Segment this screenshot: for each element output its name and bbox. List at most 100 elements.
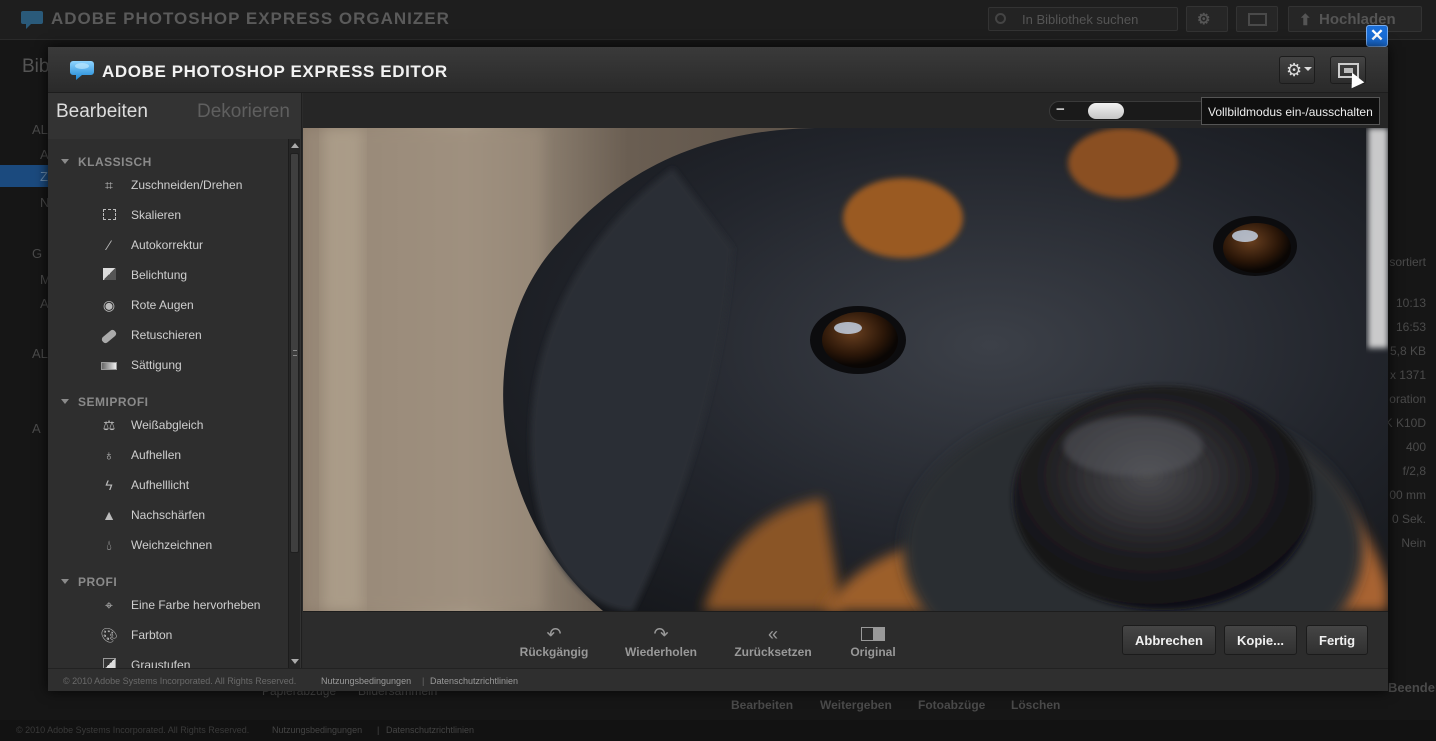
fullscreen-tooltip: Vollbildmodus ein-/ausschalten <box>1201 97 1380 125</box>
organizer-footer-link[interactable]: Nutzungsbedingungen <box>272 725 362 735</box>
tool-label: Belichtung <box>131 268 188 282</box>
tool-belichtung[interactable]: Belichtung <box>98 264 284 288</box>
editor-title: ADOBE PHOTOSHOP EXPRESS EDITOR <box>102 62 448 81</box>
tool-label: Aufhellen <box>131 448 182 462</box>
organizer-meta: sortiert <box>1389 255 1426 269</box>
lightning-icon: ϟ <box>105 477 113 493</box>
tool-label: Sättigung <box>131 358 182 372</box>
organizer-left-fragment: AL <box>32 346 48 361</box>
organizer-meta: 0 Sek. <box>1391 512 1426 526</box>
organizer-meta: 400 <box>1405 440 1426 454</box>
chevron-down-icon <box>61 159 69 164</box>
organizer-upload-button[interactable]: ⬆ Hochladen <box>1288 6 1422 32</box>
chevron-down-icon <box>1304 67 1312 71</box>
scale-icon: ⚖ <box>102 417 116 433</box>
done-button[interactable]: Fertig <box>1306 625 1369 655</box>
organizer-action[interactable]: Bearbeiten <box>731 698 793 712</box>
organizer-footer: © 2010 Adobe Systems Incorporated. All R… <box>0 720 1436 741</box>
tab-dekorieren[interactable]: Dekorieren <box>197 101 290 123</box>
tool-rote-augen[interactable]: ◉ Rote Augen <box>98 294 284 318</box>
organizer-meta: oration <box>1389 392 1426 406</box>
section-label: KLASSISCH <box>78 155 152 169</box>
reset-label: Zurücksetzen <box>734 645 812 659</box>
editor-settings-button[interactable]: ⚙ <box>1279 56 1315 84</box>
organizer-title: ADOBE PHOTOSHOP EXPRESS ORGANIZER <box>51 9 450 28</box>
organizer-left-panel: AL A Z N G M A AL A <box>0 40 51 720</box>
original-icon <box>843 624 903 644</box>
tool-label: Autokorrektur <box>131 238 204 252</box>
reset-button[interactable]: « Zurücksetzen <box>731 624 815 659</box>
search-icon <box>995 13 1006 24</box>
tool-aufhellen[interactable]: ♁ Aufhellen <box>98 444 284 468</box>
tool-list-scrollbar[interactable] <box>288 139 300 668</box>
tool-saettigung[interactable]: Sättigung <box>98 354 284 378</box>
organizer-meta: 5,8 KB <box>1389 344 1426 358</box>
dog-photo <box>303 128 1388 611</box>
tool-label: Graustufen <box>131 658 191 668</box>
search-placeholder: In Bibliothek suchen <box>1022 12 1139 27</box>
editor-copyright: © 2010 Adobe Systems Incorporated. All R… <box>63 676 297 686</box>
tool-label: Skalieren <box>131 208 182 222</box>
gear-icon: ⚙ <box>1286 60 1303 80</box>
original-button[interactable]: Original <box>843 624 903 659</box>
section-klassisch[interactable]: KLASSISCH <box>61 155 152 169</box>
editor-footer: © 2010 Adobe Systems Incorporated. All R… <box>48 668 1388 691</box>
organizer-search-input[interactable]: In Bibliothek suchen <box>988 7 1178 31</box>
organizer-left-fragment: Z <box>0 165 48 187</box>
tab-bearbeiten[interactable]: Bearbeiten <box>56 101 148 123</box>
organizer-beenden[interactable]: Beenden <box>1388 680 1436 695</box>
tool-nachschaerfen[interactable]: ▲ Nachschärfen <box>98 504 284 528</box>
terms-link[interactable]: Nutzungsbedingungen <box>321 676 411 686</box>
organizer-right-panel: sortiert 10:13 16:53 5,8 KB x 1371 orati… <box>1384 100 1436 660</box>
section-label: SEMIPROFI <box>78 395 149 409</box>
cancel-button[interactable]: Abbrechen <box>1122 625 1216 655</box>
photo-canvas[interactable] <box>303 128 1388 611</box>
redo-button[interactable]: ↷ Wiederholen <box>620 624 702 659</box>
scroll-up-icon[interactable] <box>291 143 299 148</box>
tool-label: Retuschieren <box>131 328 202 342</box>
tool-weissabgleich[interactable]: ⚖ Weißabgleich <box>98 414 284 438</box>
tool-eine-farbe-hervorheben[interactable]: ⌖ Eine Farbe hervorheben <box>98 594 284 618</box>
tool-autokorrektur[interactable]: ⁄ Autokorrektur <box>98 234 284 258</box>
organizer-action[interactable]: Fotoabzüge <box>918 698 985 712</box>
organizer-action[interactable]: Weitergeben <box>820 698 892 712</box>
organizer-left-fragment: A <box>32 421 41 436</box>
tool-zuschneiden-drehen[interactable]: ⌗ Zuschneiden/Drehen <box>98 174 284 198</box>
organizer-action[interactable]: Löschen <box>1011 698 1060 712</box>
tool-skalieren[interactable]: Skalieren <box>98 204 284 228</box>
organizer-meta: K K10D <box>1384 416 1426 430</box>
exposure-icon <box>100 266 118 284</box>
copy-button[interactable]: Kopie... <box>1224 625 1297 655</box>
footer-separator: | <box>422 676 425 686</box>
photoshop-express-logo-icon <box>70 61 94 80</box>
section-semiprofi[interactable]: SEMIPROFI <box>61 395 149 409</box>
reset-icon: « <box>767 624 778 644</box>
organizer-meta: x 1371 <box>1389 368 1426 382</box>
crop-icon: ⌗ <box>105 177 113 193</box>
organizer-footer-link[interactable]: Datenschutzrichtlinien <box>386 725 474 735</box>
resize-icon <box>100 206 118 224</box>
undo-button[interactable]: ↶ Rückgängig <box>514 624 594 659</box>
zoom-slider-knob[interactable] <box>1088 103 1125 119</box>
organizer-header: ADOBE PHOTOSHOP EXPRESS ORGANIZER In Bib… <box>0 0 1436 40</box>
tool-farbton[interactable]: 🎨︎ Farbton <box>98 624 284 648</box>
section-profi[interactable]: PROFI <box>61 575 117 589</box>
saturation-icon <box>100 356 118 374</box>
tool-graustufen[interactable]: Graustufen <box>98 654 284 668</box>
tool-label: Aufhelllicht <box>131 478 190 492</box>
zoom-slider[interactable]: − <box>1049 101 1209 121</box>
privacy-link[interactable]: Datenschutzrichtlinien <box>430 676 518 686</box>
organizer-footer-separator: | <box>377 725 380 735</box>
scrollbar-thumb[interactable] <box>290 153 299 553</box>
tool-aufhelllicht[interactable]: ϟ Aufhelllicht <box>98 474 284 498</box>
tool-weichzeichnen[interactable]: 💧︎ Weichzeichnen <box>98 534 284 558</box>
organizer-meta: Nein <box>1401 536 1426 550</box>
organizer-settings-button[interactable]: ⚙ <box>1186 6 1228 32</box>
tool-retuschieren[interactable]: Retuschieren <box>98 324 284 348</box>
organizer-fullscreen-button[interactable] <box>1236 6 1278 32</box>
organizer-left-fragment: G <box>32 246 43 261</box>
close-editor-button[interactable]: ✕ <box>1366 25 1388 47</box>
zoom-out-icon[interactable]: − <box>1056 101 1065 118</box>
organizer-logo-icon <box>21 11 43 29</box>
scroll-down-icon[interactable] <box>291 659 299 664</box>
